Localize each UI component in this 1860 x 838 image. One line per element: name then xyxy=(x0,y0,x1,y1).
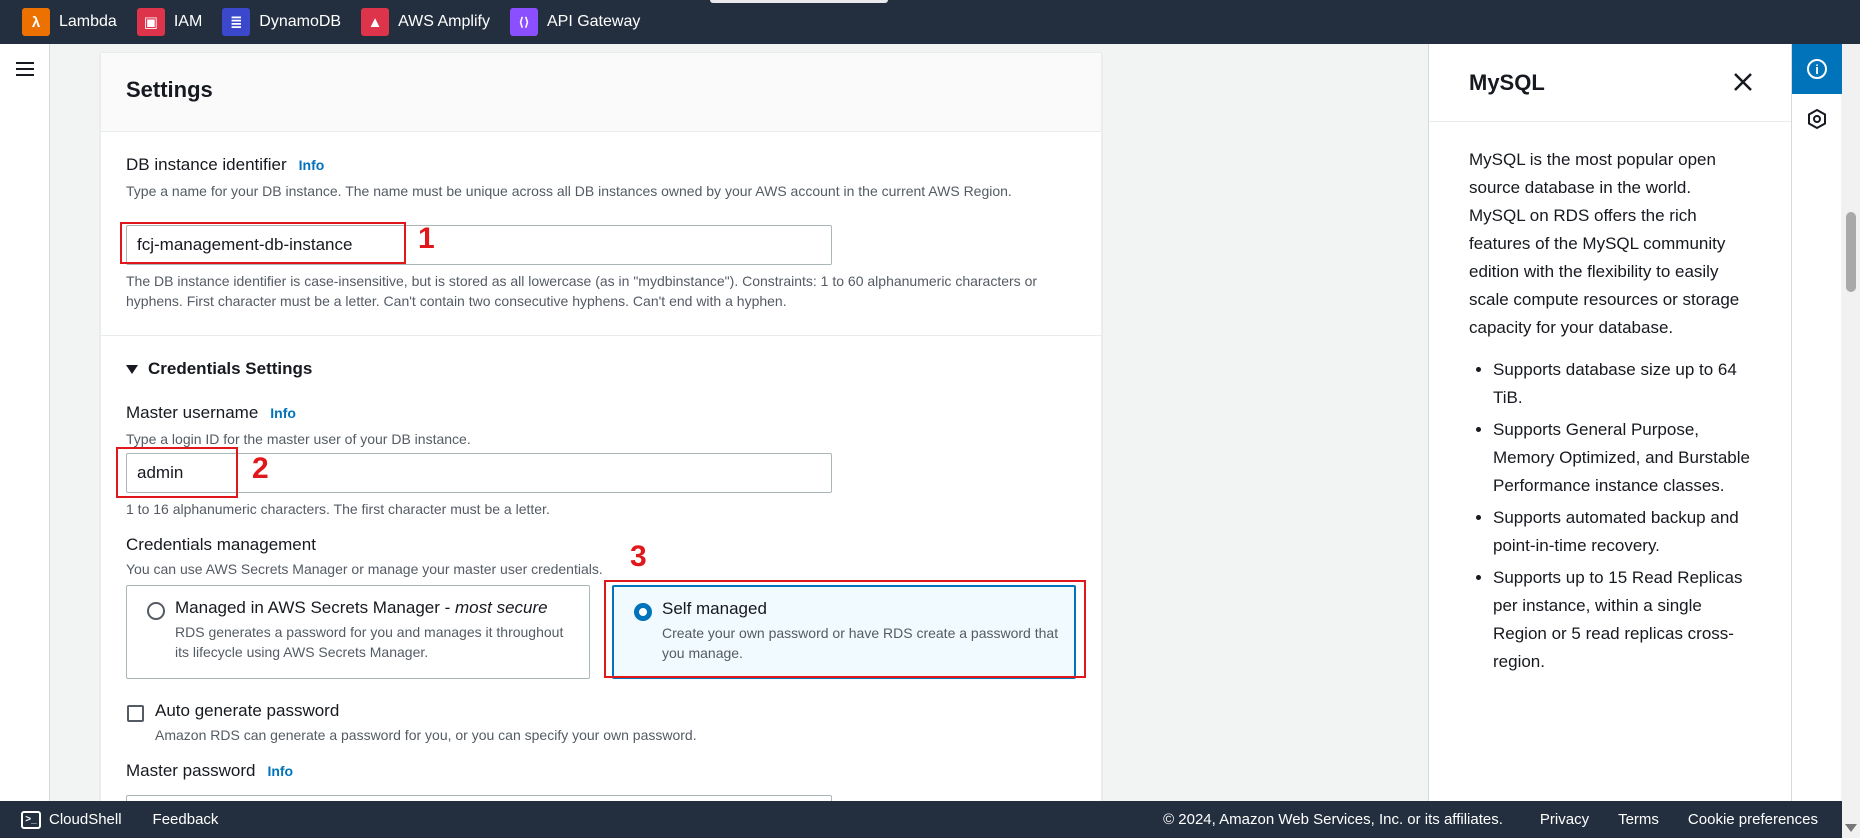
master-username-constraint: 1 to 16 alphanumeric characters. The fir… xyxy=(126,501,550,517)
api-gateway-icon: ⟨⟩ xyxy=(509,8,538,36)
help-intro: MySQL is the most popular open source da… xyxy=(1469,150,1740,337)
nav-service-api-gateway[interactable]: ⟨⟩ API Gateway xyxy=(509,8,641,36)
nav-service-iam[interactable]: ▣ IAM xyxy=(136,8,203,36)
settings-panel: Settings DB instance identifier Info Type… xyxy=(100,52,1102,812)
list-item: Supports General Purpose, Memory Optimiz… xyxy=(1493,416,1751,500)
option-title-text: Managed in AWS Secrets Manager - xyxy=(175,598,456,617)
settings-header: Settings xyxy=(101,53,1101,132)
auto-generate-password-checkbox[interactable] xyxy=(127,705,144,722)
master-password-label: Master password xyxy=(126,761,256,780)
help-panel-title: MySQL xyxy=(1469,70,1545,95)
db-identifier-description: Type a name for your DB instance. The na… xyxy=(126,183,1012,199)
nav-service-dynamodb[interactable]: ≣ DynamoDB xyxy=(222,8,341,36)
master-username-field: Master username Info Type a login ID for … xyxy=(126,403,1076,449)
auto-generate-password-label[interactable]: Auto generate password xyxy=(155,701,697,721)
list-item: Supports up to 15 Read Replicas per inst… xyxy=(1493,564,1751,676)
master-password-field: Master password Info xyxy=(126,761,293,781)
credentials-management-description: You can use AWS Secrets Manager or manag… xyxy=(126,561,603,577)
master-username-info-link[interactable]: Info xyxy=(270,405,296,421)
db-identifier-label: DB instance identifier xyxy=(126,155,287,174)
search-bar-edge[interactable] xyxy=(710,0,888,3)
settings-title: Settings xyxy=(126,77,213,102)
dynamodb-icon: ≣ xyxy=(222,8,251,36)
console-footer: >_ CloudShell Feedback © 2024, Amazon We… xyxy=(0,801,1842,838)
cookie-preferences-link[interactable]: Cookie preferences xyxy=(1688,811,1818,828)
credentials-management-label: Credentials management xyxy=(126,535,316,554)
auto-generate-password-field: Auto generate password Amazon RDS can ge… xyxy=(155,701,697,745)
hamburger-menu-icon[interactable] xyxy=(16,62,34,76)
left-navigation-rail xyxy=(0,44,50,801)
scroll-down-arrow-icon[interactable] xyxy=(1845,824,1857,832)
annotation-number-2: 2 xyxy=(252,452,269,485)
info-panel-button[interactable]: i xyxy=(1792,44,1842,94)
master-username-description: Type a login ID for the master user of y… xyxy=(126,431,471,447)
nav-service-label: AWS Amplify xyxy=(398,13,490,30)
nav-service-label: Lambda xyxy=(59,13,117,30)
caret-down-icon xyxy=(126,364,138,374)
credentials-settings-title: Credentials Settings xyxy=(148,359,313,378)
nav-service-label: API Gateway xyxy=(546,13,641,30)
help-panel: MySQL MySQL is the most popular open sou… xyxy=(1428,44,1791,801)
resources-hexagon-icon[interactable] xyxy=(1806,108,1828,130)
db-identifier-field: DB instance identifier Info Type a name f… xyxy=(126,155,1076,201)
annotation-box-3 xyxy=(604,580,1086,678)
cloudshell-link[interactable]: CloudShell xyxy=(49,811,122,828)
help-feature-list: Supports database size up to 64 TiB. Sup… xyxy=(1469,356,1751,676)
db-identifier-constraint: The DB instance identifier is case-insen… xyxy=(126,273,1038,309)
nav-service-label: DynamoDB xyxy=(259,13,342,30)
info-icon: i xyxy=(1807,59,1827,79)
master-password-info-link[interactable]: Info xyxy=(267,763,293,779)
amplify-icon: ▲ xyxy=(361,8,390,36)
privacy-link[interactable]: Privacy xyxy=(1540,811,1589,828)
close-icon[interactable] xyxy=(1731,70,1755,94)
lambda-icon: λ xyxy=(22,8,50,36)
option-secrets-manager[interactable]: Managed in AWS Secrets Manager - most se… xyxy=(126,585,590,679)
list-item: Supports automated backup and point-in-t… xyxy=(1493,504,1751,560)
credentials-management-field: Credentials management You can use AWS S… xyxy=(126,535,1076,579)
tools-rail: i xyxy=(1791,44,1842,801)
db-identifier-info-link[interactable]: Info xyxy=(299,157,325,173)
radio-secrets-manager[interactable] xyxy=(147,602,165,620)
feedback-link[interactable]: Feedback xyxy=(153,811,219,828)
option-title-emphasis: most secure xyxy=(455,598,548,617)
help-panel-body: MySQL is the most popular open source da… xyxy=(1429,122,1791,676)
list-item: Supports database size up to 64 TiB. xyxy=(1493,356,1751,412)
top-navigation-bar: λ Lambda ▣ IAM ≣ DynamoDB ▲ AWS Amplify … xyxy=(0,0,1860,44)
nav-service-lambda[interactable]: λ Lambda xyxy=(22,8,117,36)
terms-link[interactable]: Terms xyxy=(1618,811,1659,828)
copyright-text: © 2024, Amazon Web Services, Inc. or its… xyxy=(1163,811,1503,828)
cloudshell-icon[interactable]: >_ xyxy=(21,810,41,829)
auto-generate-password-description: Amazon RDS can generate a password for y… xyxy=(155,727,697,743)
option-secrets-manager-title: Managed in AWS Secrets Manager - most se… xyxy=(175,598,575,618)
annotation-box-2 xyxy=(116,447,238,498)
iam-icon: ▣ xyxy=(136,8,165,36)
scrollbar-thumb[interactable] xyxy=(1846,212,1856,292)
master-username-label: Master username xyxy=(126,403,259,422)
option-secrets-manager-description: RDS generates a password for you and man… xyxy=(175,624,564,660)
section-divider xyxy=(101,335,1101,336)
help-panel-header: MySQL xyxy=(1429,44,1791,122)
page-scrollbar[interactable] xyxy=(1842,44,1860,838)
annotation-number-1: 1 xyxy=(418,222,435,255)
credentials-settings-toggle[interactable]: Credentials Settings xyxy=(126,359,312,379)
nav-service-amplify[interactable]: ▲ AWS Amplify xyxy=(361,8,490,36)
nav-service-label: IAM xyxy=(173,13,203,30)
annotation-number-3: 3 xyxy=(630,540,647,573)
annotation-box-1 xyxy=(120,222,406,264)
